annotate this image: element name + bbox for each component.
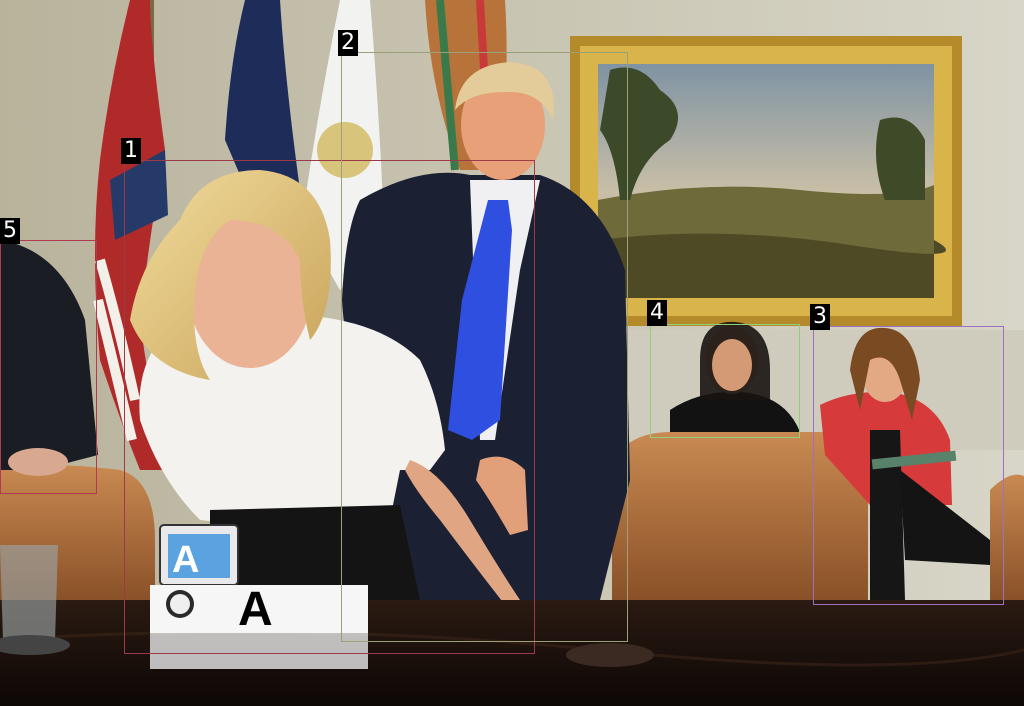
annotation-label-1: 1 [121, 138, 141, 164]
annotation-box-4 [650, 324, 800, 438]
annotation-label-3: 3 [810, 304, 830, 330]
framed-painting [570, 36, 962, 326]
annotation-box-2 [341, 52, 628, 642]
photo-scene: A A 1 2 3 4 5 [0, 0, 1024, 706]
annotation-label-2: 2 [338, 30, 358, 56]
annotation-label-4: 4 [647, 300, 667, 326]
annotation-box-3 [813, 326, 1004, 605]
annotation-box-5 [0, 240, 97, 494]
annotation-label-5: 5 [0, 218, 20, 244]
